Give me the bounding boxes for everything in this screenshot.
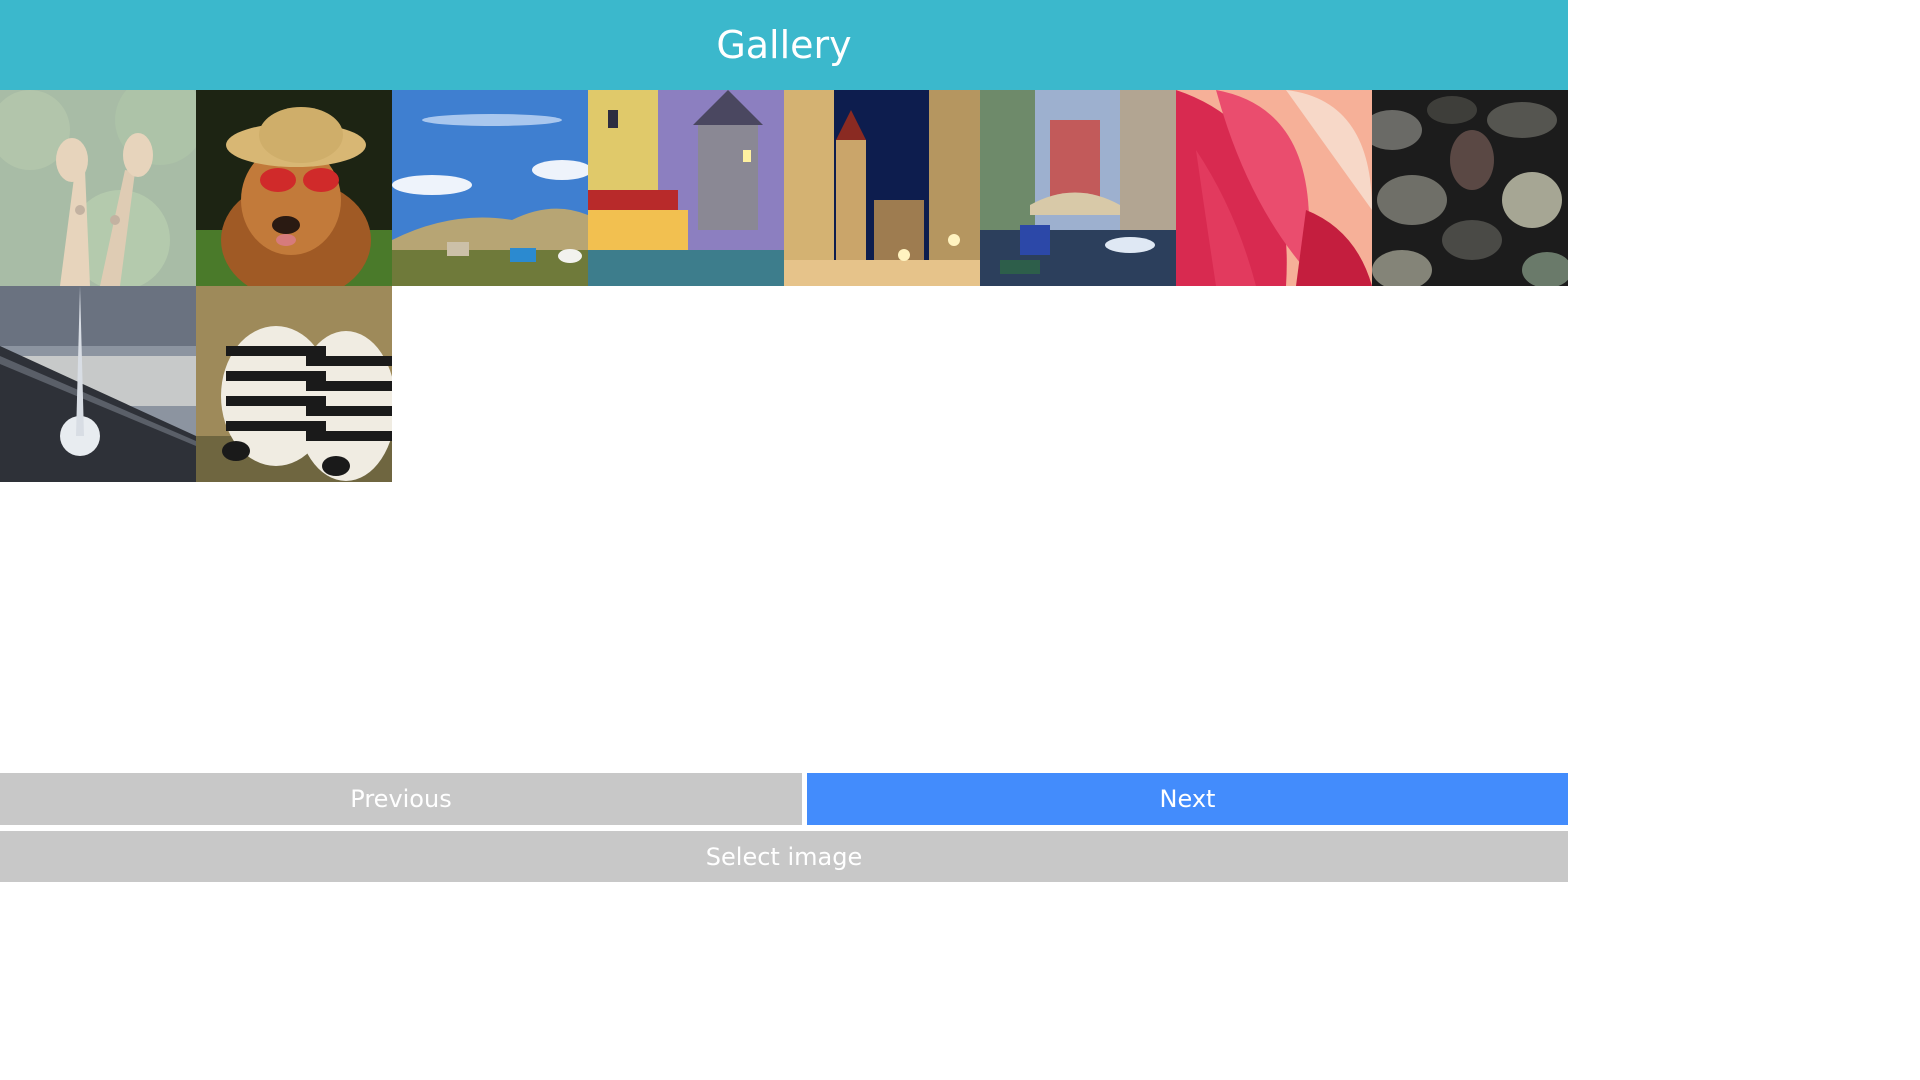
previous-button-label: Previous: [350, 785, 452, 813]
image-zebras: [196, 286, 392, 482]
thumbnail-giraffes[interactable]: [0, 90, 196, 286]
image-dog: [196, 90, 392, 286]
thumbnail-landscape[interactable]: [392, 90, 588, 286]
thumbnail-dog[interactable]: [196, 90, 392, 286]
image-venice-canal: [980, 90, 1176, 286]
thumbnail-night-street[interactable]: [784, 90, 980, 286]
image-giraffes: [0, 90, 196, 286]
image-night-street: [784, 90, 980, 286]
image-landscape: [392, 90, 588, 286]
thumbnail-airplane-wing[interactable]: [0, 286, 196, 482]
image-airplane-wing: [0, 286, 196, 482]
thumbnail-canal-town[interactable]: [588, 90, 784, 286]
next-button[interactable]: Next: [807, 773, 1568, 825]
thumbnail-venice-canal[interactable]: [980, 90, 1176, 286]
page-title: Gallery: [716, 23, 852, 67]
image-flower: [1176, 90, 1372, 286]
thumbnail-flower[interactable]: [1176, 90, 1372, 286]
thumbnail-zebras[interactable]: [196, 286, 392, 482]
image-pebbles: [1372, 90, 1568, 286]
next-button-label: Next: [1159, 785, 1216, 813]
previous-button[interactable]: Previous: [0, 773, 802, 825]
thumbnail-pebbles[interactable]: [1372, 90, 1568, 286]
select-image-button[interactable]: Select image: [0, 831, 1568, 882]
image-canal-town: [588, 90, 784, 286]
app-header: Gallery: [0, 0, 1568, 90]
select-image-button-label: Select image: [705, 842, 863, 871]
